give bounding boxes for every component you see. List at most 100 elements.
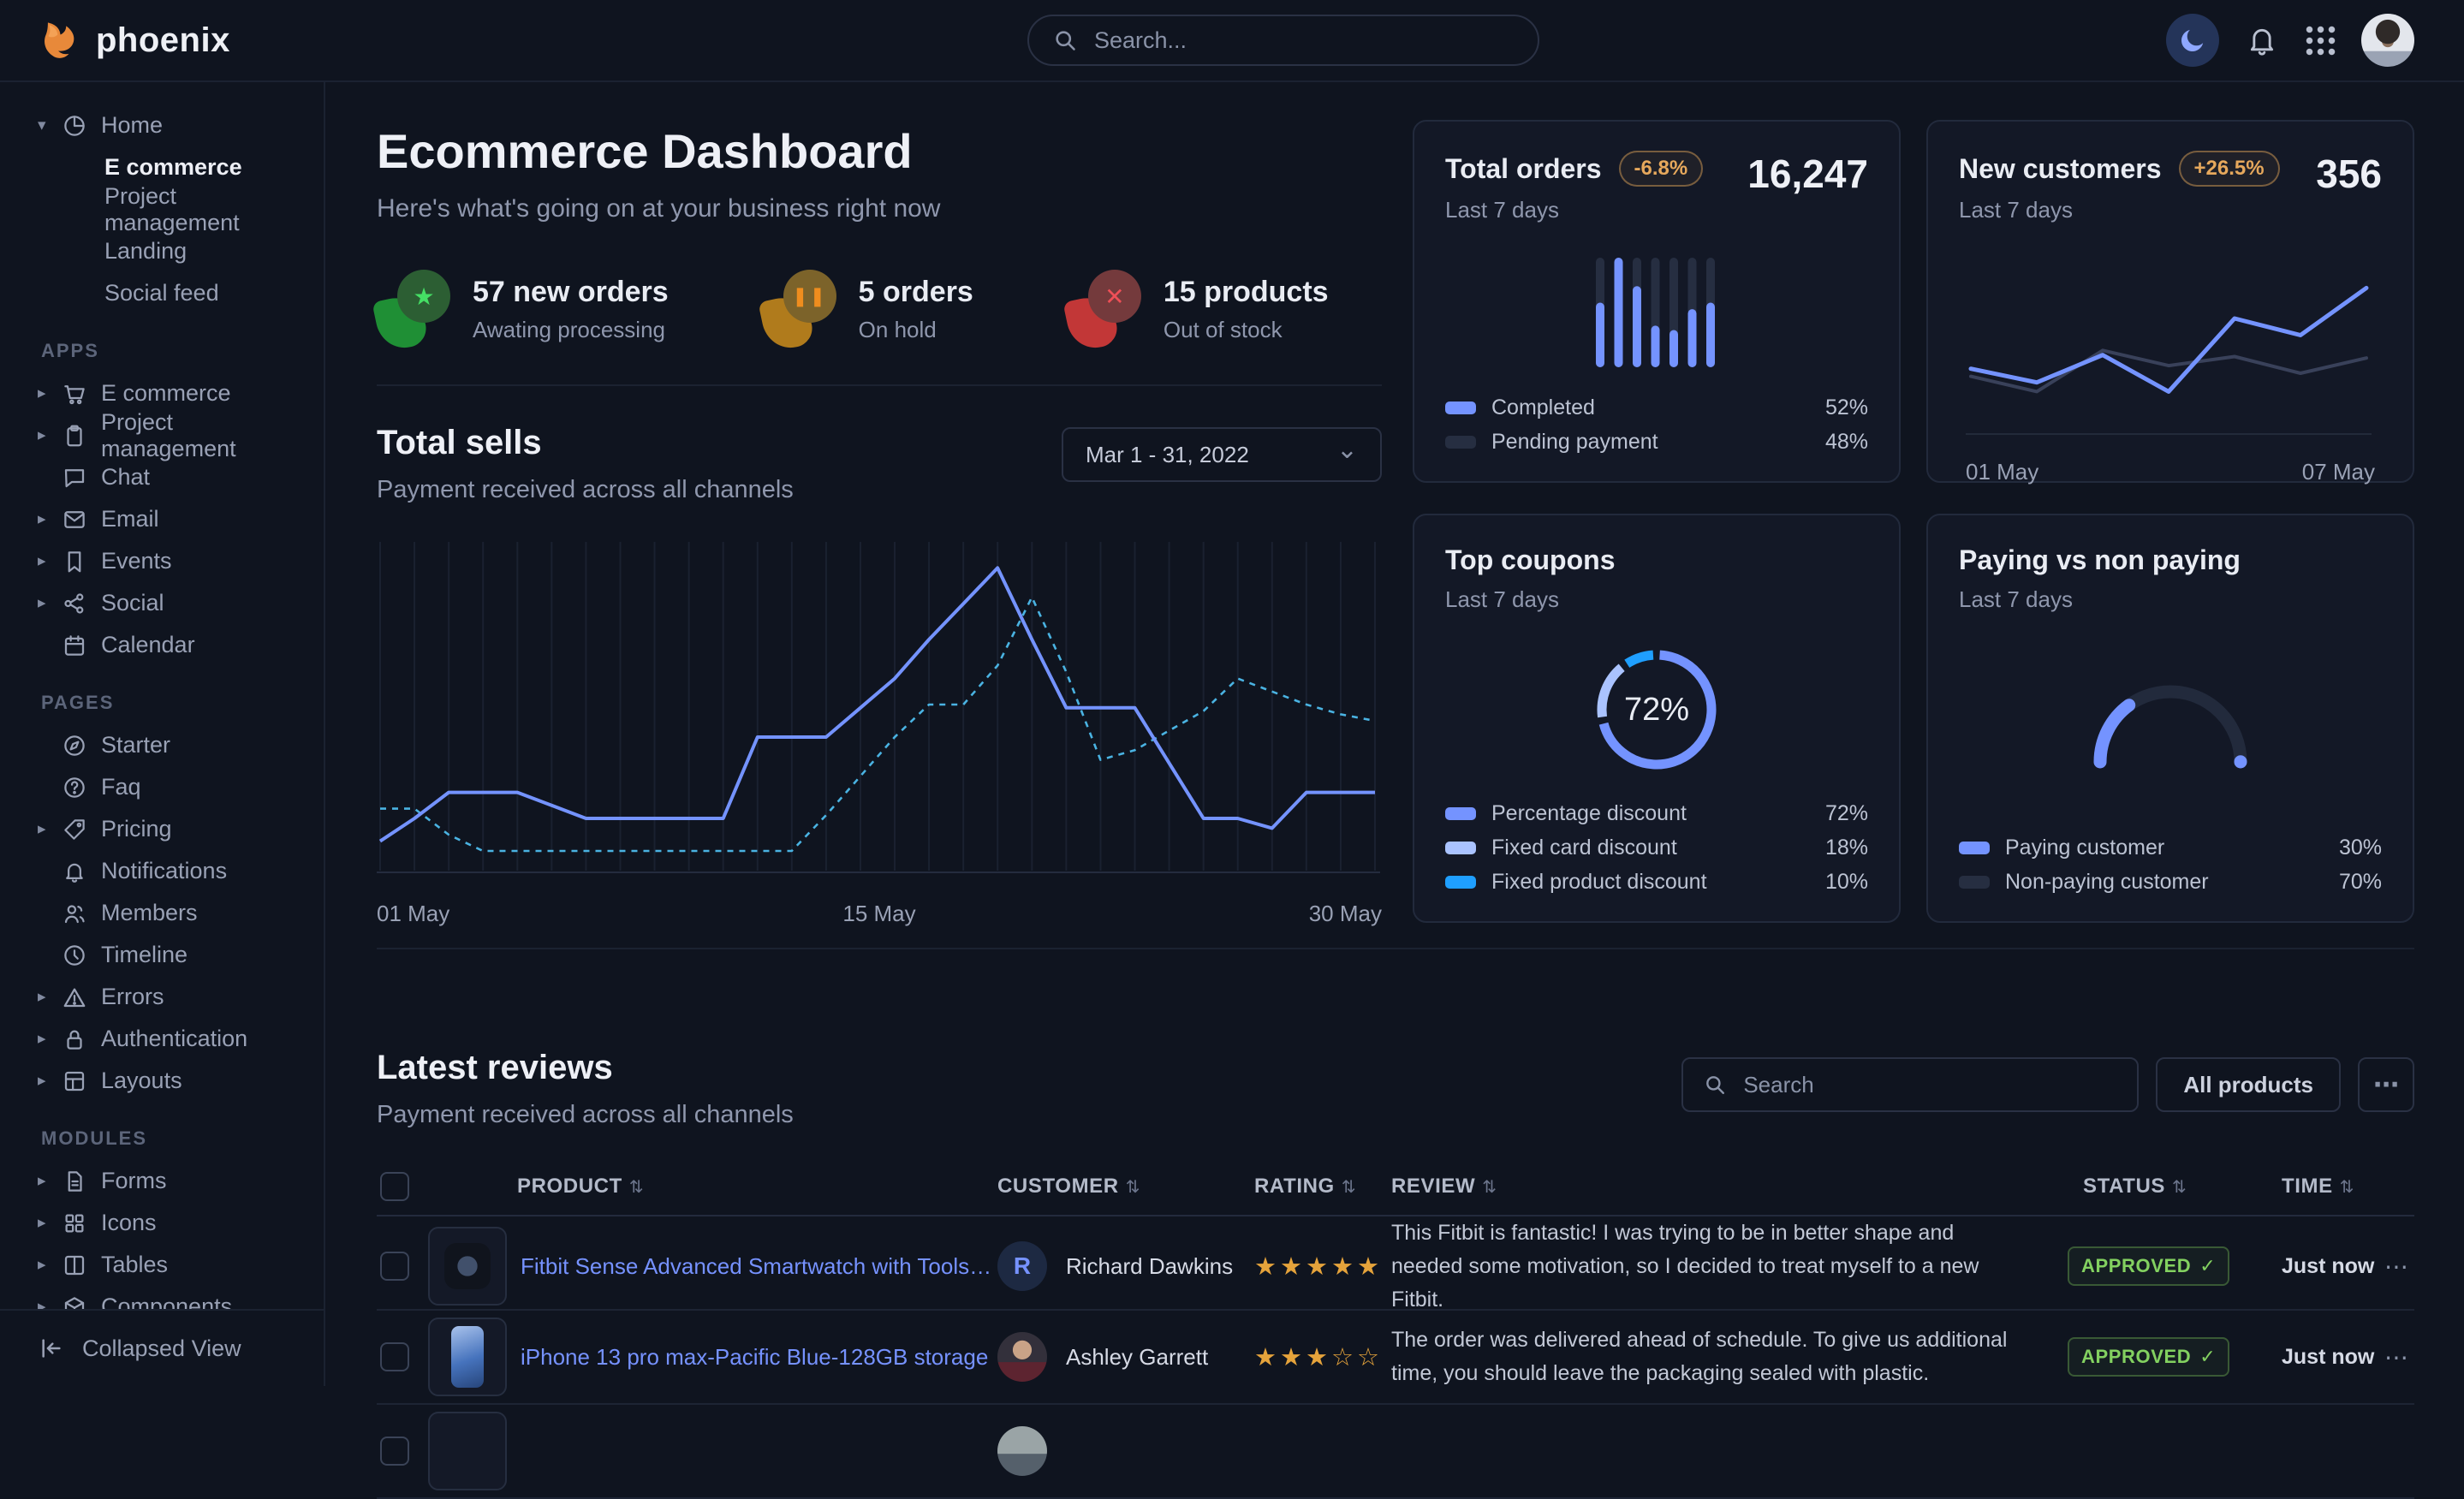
sidebar-item-faq[interactable]: Faq (38, 766, 307, 808)
row-checkbox[interactable] (380, 1437, 409, 1466)
reviews-search-input[interactable] (1741, 1071, 2116, 1099)
stat-label: Out of stock (1164, 317, 1329, 343)
collapsed-view-label: Collapsed View (82, 1335, 241, 1362)
sidebar-item-label: Notifications (101, 858, 227, 884)
legend-swatch (1959, 842, 1990, 854)
status-badge: APPROVED ✓ (2068, 1246, 2229, 1286)
collapsed-view-toggle[interactable]: Collapsed View (0, 1309, 324, 1386)
sidebar-item-label: Errors (101, 984, 164, 1010)
question-icon (62, 775, 101, 800)
column-header-rating[interactable]: RATING⇅ (1254, 1175, 1391, 1199)
search-input[interactable] (1092, 27, 1514, 55)
sidebar-subitem-social-feed[interactable]: Social feed (38, 272, 307, 314)
caret-right-icon: ▸ (38, 551, 62, 571)
legend-fixed-card-discount: Fixed card discount18% (1445, 830, 1868, 865)
sidebar-item-chat[interactable]: Chat (38, 456, 307, 498)
notifications-bell-icon[interactable] (2245, 23, 2279, 57)
global-search[interactable] (1027, 15, 1539, 66)
legend-completed: Completed52% (1445, 390, 1868, 425)
sidebar-item-forms[interactable]: ▸Forms (38, 1160, 307, 1202)
page-subtitle: Here's what's going on at your business … (377, 194, 1382, 223)
sidebar-item-project-management[interactable]: ▸Project management (38, 414, 307, 456)
new-customers-card: New customers +26.5% Last 7 days 356 01 … (1926, 120, 2414, 483)
column-header-review[interactable]: REVIEW⇅ (1391, 1175, 2068, 1199)
check-icon: ✓ (2199, 1255, 2216, 1277)
sort-icon: ⇅ (1126, 1178, 1140, 1197)
sidebar-item-errors[interactable]: ▸Errors (38, 976, 307, 1018)
time-value: Just now (2282, 1345, 2384, 1370)
brand-logo[interactable]: phoenix (0, 18, 230, 62)
caret-right-icon: ▸ (38, 425, 62, 445)
sidebar-item-events[interactable]: ▸ Events (38, 540, 307, 582)
sidebar-item-starter[interactable]: Starter (38, 724, 307, 766)
column-header-status[interactable]: STATUS⇅ (2068, 1175, 2282, 1199)
reviews-subtitle: Payment received across all channels (377, 1101, 794, 1129)
select-all-checkbox[interactable] (380, 1172, 409, 1201)
user-avatar[interactable] (2361, 14, 2414, 67)
caret-right-icon: ▸ (38, 509, 62, 529)
product-link[interactable]: Fitbit Sense Advanced Smartwatch with To… (521, 1253, 997, 1280)
sidebar-item-label: Events (101, 548, 172, 574)
column-header-time[interactable]: TIME⇅ (2282, 1175, 2384, 1199)
sidebar-item-layouts[interactable]: ▸Layouts (38, 1060, 307, 1102)
sidebar-item-members[interactable]: Members (38, 892, 307, 934)
date-range-select[interactable]: Mar 1 - 31, 2022 ⌄ (1062, 427, 1382, 482)
compass-icon (62, 733, 101, 758)
sidebar-item-label: Chat (101, 464, 150, 491)
review-text: This Fitbit is fantastic! I was trying t… (1391, 1216, 2068, 1316)
sidebar-item-home[interactable]: ▾Home (38, 104, 307, 146)
row-checkbox[interactable] (380, 1252, 409, 1281)
customer-avatar[interactable]: R (997, 1241, 1047, 1291)
topbar: phoenix (0, 0, 2464, 82)
sidebar-item-calendar[interactable]: Calendar (38, 624, 307, 666)
stat-red-icon: ✕ (1068, 270, 1141, 348)
time-value: Just now (2282, 1254, 2384, 1279)
sidebar-subitem-landing[interactable]: Landing (38, 230, 307, 272)
x-axis-label: 01 May (377, 901, 449, 927)
row-actions-button[interactable]: ⋯ (2384, 1343, 2413, 1371)
reviews-search[interactable] (1681, 1057, 2139, 1112)
more-options-button[interactable]: ⋯ (2358, 1057, 2414, 1112)
product-thumbnail[interactable] (428, 1412, 507, 1490)
sidebar-item-pricing[interactable]: ▸Pricing (38, 808, 307, 850)
mail-icon (62, 507, 101, 532)
sidebar-item-email[interactable]: ▸Email (38, 498, 307, 540)
reviews-title: Latest reviews (377, 1049, 794, 1087)
delta-badge: -6.8% (1619, 151, 1704, 187)
sidebar-item-label: Icons (101, 1210, 157, 1236)
sidebar-subitem-project-management[interactable]: Project management (38, 188, 307, 230)
sidebar-item-social[interactable]: ▸Social (38, 582, 307, 624)
customer-avatar[interactable] (997, 1426, 1047, 1476)
product-thumbnail[interactable] (428, 1227, 507, 1306)
caret-right-icon: ▸ (38, 1213, 62, 1233)
apps-grid-icon[interactable] (2305, 25, 2336, 56)
sidebar-item-timeline[interactable]: Timeline (38, 934, 307, 976)
legend-label: Fixed card discount (1491, 836, 1677, 860)
product-image-watch (444, 1243, 491, 1289)
sidebar-item-icons[interactable]: ▸ Icons (38, 1202, 307, 1244)
column-header-customer[interactable]: CUSTOMER⇅ (997, 1175, 1254, 1199)
product-thumbnail[interactable] (428, 1318, 507, 1396)
lock-icon (62, 1026, 101, 1052)
sidebar-item-notifications[interactable]: Notifications (38, 850, 307, 892)
x-axis-label: 01 May (1966, 459, 2038, 485)
row-actions-button[interactable]: ⋯ (2384, 1252, 2413, 1281)
card-title: Paying vs non paying (1959, 544, 2382, 576)
sidebar-item-label: Timeline (101, 942, 187, 968)
customer-avatar[interactable] (997, 1332, 1047, 1382)
legend-label: Completed (1491, 396, 1595, 420)
search-icon (1053, 28, 1077, 52)
column-header-product[interactable]: PRODUCT⇅ (428, 1175, 997, 1199)
sidebar-item-tables[interactable]: ▸Tables (38, 1244, 307, 1286)
row-checkbox[interactable] (380, 1342, 409, 1371)
sidebar-item-authentication[interactable]: ▸Authentication (38, 1018, 307, 1060)
theme-toggle-button[interactable] (2166, 14, 2219, 67)
product-link[interactable]: iPhone 13 pro max-Pacific Blue-128GB sto… (521, 1344, 988, 1371)
stat-glyph: ★ (397, 270, 450, 323)
card-subtitle: Last 7 days (1445, 586, 1868, 613)
sidebar-item-label: Faq (101, 774, 141, 800)
sidebar-item-label: Calendar (101, 632, 195, 658)
all-products-button[interactable]: All products (2156, 1057, 2341, 1112)
sidebar-item-label: Members (101, 900, 198, 926)
delta-badge: +26.5% (2179, 151, 2280, 187)
